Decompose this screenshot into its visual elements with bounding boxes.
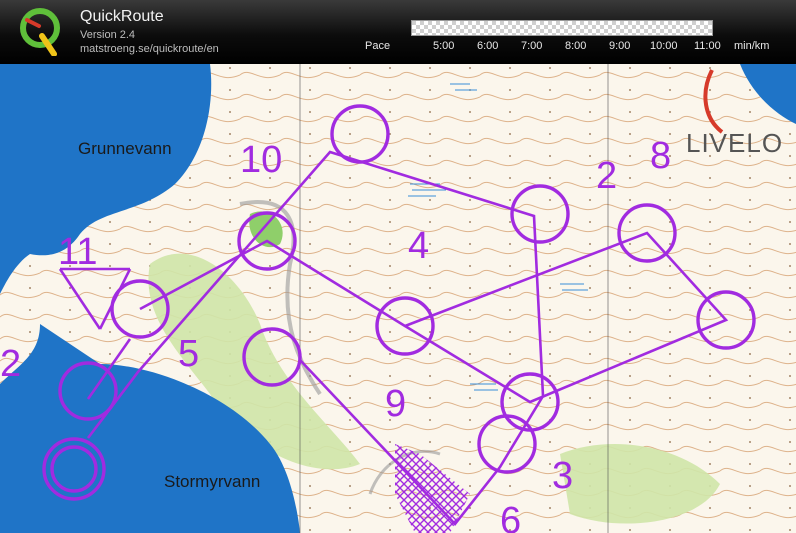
control-number-6: 6: [500, 500, 521, 533]
lake-label-north: Grunnevann: [78, 139, 172, 158]
pace-tick-10: 10:00: [650, 40, 678, 52]
app-title: QuickRoute: [80, 8, 164, 25]
orienteering-map[interactable]: 2 3 4 5 6 8 9 10 11 2 Grunnevann Stormyr…: [0, 64, 796, 533]
pace-unit: min/km: [734, 40, 770, 52]
app-header: QuickRoute Version 2.4 matstroeng.se/qui…: [0, 0, 796, 64]
pace-tick-11: 11:00: [694, 40, 721, 52]
pace-tick-8: 8:00: [565, 40, 587, 52]
control-number-2: 2: [596, 155, 617, 197]
pace-tick-7: 7:00: [521, 40, 543, 52]
pace-tick-5: 5:00: [433, 40, 455, 52]
control-number-10: 10: [240, 139, 282, 181]
control-number-11: 11: [58, 231, 97, 273]
quickroute-app: QuickRoute Version 2.4 matstroeng.se/qui…: [0, 0, 796, 533]
control-number-8: 8: [650, 135, 671, 177]
sponsor-logo-text: LIVELO: [686, 128, 783, 158]
control-number-4: 4: [408, 225, 429, 267]
pace-color-scale: [411, 20, 713, 36]
lake-label-south: Stormyrvann: [164, 472, 260, 491]
app-version: Version 2.4: [80, 29, 136, 41]
pace-tick-6: 6:00: [477, 40, 499, 52]
control-number-2-left: 2: [0, 343, 21, 385]
pace-tick-9: 9:00: [609, 40, 631, 52]
pace-label: Pace: [365, 40, 391, 52]
control-number-5: 5: [178, 333, 199, 375]
app-url[interactable]: matstroeng.se/quickroute/en: [80, 43, 219, 55]
control-number-3: 3: [552, 455, 573, 497]
control-number-9: 9: [385, 383, 406, 425]
quickroute-q-logo-icon: [20, 8, 60, 56]
